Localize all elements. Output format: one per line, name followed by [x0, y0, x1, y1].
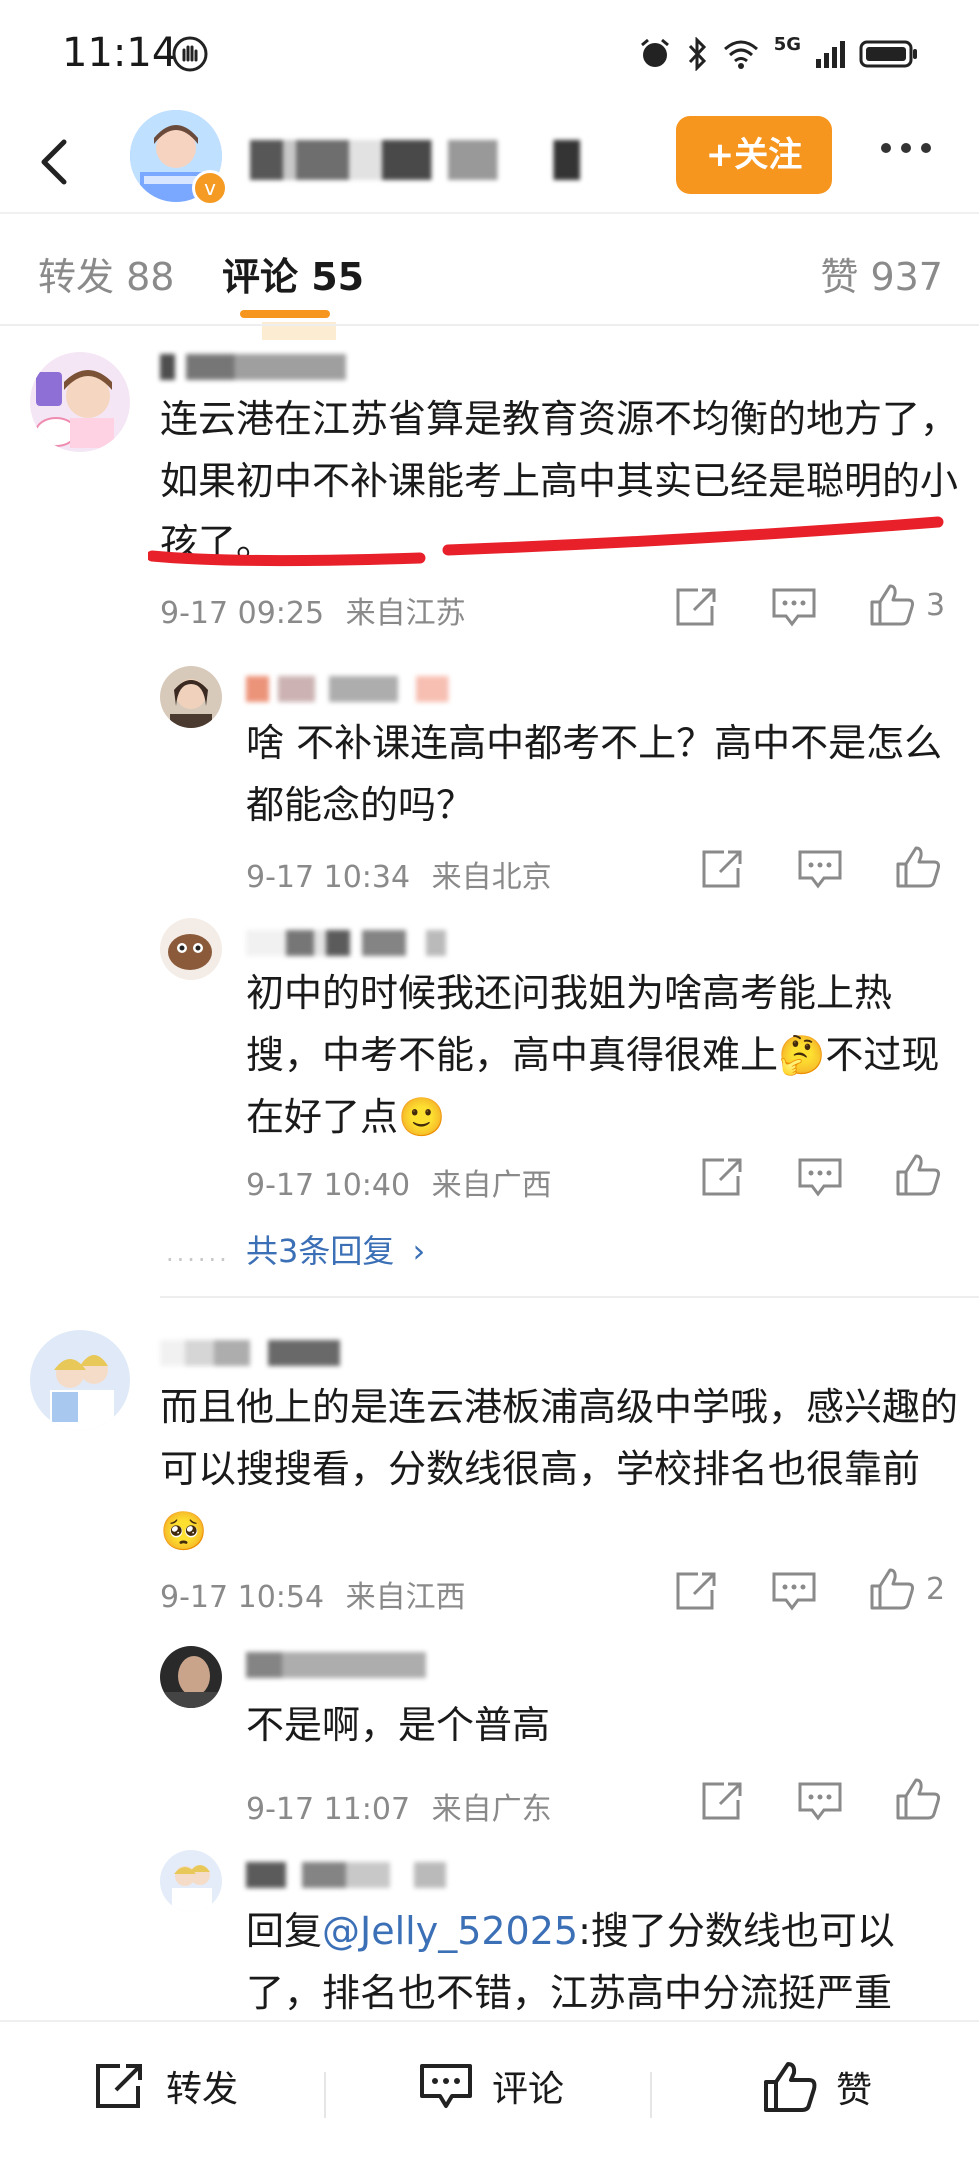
share-icon[interactable]	[672, 1568, 720, 1614]
username-redacted	[246, 1652, 426, 1678]
tabs-divider	[0, 324, 979, 326]
comment-icon[interactable]	[770, 584, 818, 630]
like-count: 2	[926, 1572, 946, 1607]
tab-bar: 转发 88 评论 55 赞 937	[0, 214, 979, 340]
bottom-action-bar: 转发 评论 赞	[0, 2020, 979, 2163]
reply-location: 来自广西	[431, 1168, 552, 1203]
username-redacted	[246, 676, 476, 702]
username-redacted	[160, 1340, 340, 1366]
repost-label: 转发	[166, 2069, 239, 2110]
repost-button[interactable]: 转发	[92, 2060, 238, 2112]
share-icon[interactable]	[698, 1154, 746, 1200]
battery-icon	[859, 39, 919, 69]
comment-location: 来自江苏	[345, 596, 466, 631]
separator	[324, 2072, 326, 2118]
share-icon[interactable]	[698, 1778, 746, 1824]
back-button[interactable]	[32, 130, 76, 194]
like-icon[interactable]	[894, 1152, 942, 1198]
like-button[interactable]: 赞	[762, 2060, 872, 2114]
tab-likes[interactable]: 赞 937	[820, 246, 943, 301]
avatar[interactable]	[160, 918, 222, 980]
comment-time: 9-17 09:25	[160, 596, 325, 631]
tab-repost[interactable]: 转发 88	[38, 246, 174, 301]
reply-text: 初中的时候我还问我姐为啥高考能上热搜，中考不能，高中真得很难上🤔不过现在好了点🙂	[246, 971, 940, 1139]
repost-icon	[92, 2060, 148, 2112]
wifi-icon	[722, 38, 760, 70]
comment-text: 而且他上的是连云港板浦高级中学哦，感兴趣的可以搜搜看，分数线很高，学校排名也很靠…	[160, 1385, 959, 1553]
reply-text: 不是啊，是个普高	[246, 1703, 551, 1747]
avatar[interactable]	[160, 666, 222, 728]
reply-text-container: 回复@Jelly_52025:搜了分数线也可以了，排名也不错，江苏高中分流挺严重	[246, 1900, 946, 2024]
hand-icon	[172, 36, 208, 72]
reply-location: 来自广东	[431, 1792, 552, 1827]
comment-location: 来自江西	[345, 1580, 466, 1615]
alarm-icon	[638, 37, 672, 71]
avatar[interactable]	[30, 352, 130, 452]
avatar[interactable]	[160, 1850, 222, 1912]
mention-link[interactable]: @Jelly_52025	[322, 1909, 578, 1953]
like-icon[interactable]	[894, 844, 942, 890]
reply-location: 来自北京	[431, 860, 552, 895]
username-redacted	[246, 930, 446, 956]
comment-icon[interactable]	[796, 1778, 844, 1824]
follow-button[interactable]: +关注	[676, 116, 832, 194]
chevron-right-icon: ›	[412, 1232, 426, 1270]
like-icon	[762, 2060, 818, 2114]
avatar[interactable]	[160, 1646, 222, 1708]
comment-time: 9-17 10:54	[160, 1580, 325, 1615]
reply-prefix: 回复	[246, 1909, 323, 1953]
status-icons: 5G	[638, 34, 919, 74]
reply-time: 9-17 10:40	[246, 1168, 411, 1203]
more-replies-link[interactable]: 共3条回复 ›	[246, 1226, 425, 1272]
reply-time: 9-17 11:07	[246, 1792, 411, 1827]
verified-badge: v	[192, 170, 228, 206]
avatar[interactable]	[30, 1330, 130, 1430]
separator	[650, 2072, 652, 2118]
reply-meta: 9-17 10:34 来自北京	[246, 852, 552, 896]
comment-icon[interactable]	[796, 846, 844, 892]
reply-meta: 9-17 11:07 来自广东	[246, 1784, 552, 1828]
reply-text: 啥 不补课连高中都考不上？高中不是怎么都能念的吗？	[246, 721, 943, 827]
reply-meta: 9-17 10:40 来自广西	[246, 1160, 552, 1204]
post-header: v +关注	[0, 110, 979, 215]
username-redacted	[246, 1862, 446, 1888]
like-icon[interactable]	[868, 1566, 916, 1612]
signal-icon	[815, 39, 845, 69]
comment-icon	[418, 2060, 474, 2112]
comment-text: 连云港在江苏省算是教育资源不均衡的地方了，如果初中不补课能考上高中其实已经是聪明…	[160, 397, 959, 565]
like-icon[interactable]	[868, 582, 916, 628]
comment-button[interactable]: 评论	[418, 2060, 564, 2112]
comment-divider	[160, 1296, 979, 1298]
like-label: 赞	[836, 2070, 873, 2111]
bluetooth-icon	[686, 37, 708, 71]
username-redacted	[160, 354, 346, 380]
share-icon[interactable]	[698, 846, 746, 892]
network-label: 5G	[773, 34, 801, 55]
comment-icon[interactable]	[796, 1154, 844, 1200]
share-icon[interactable]	[672, 584, 720, 630]
more-replies-label: 共3条回复	[246, 1232, 395, 1270]
comment-label: 评论	[492, 2069, 565, 2110]
dots-divider: ······	[166, 1246, 230, 1274]
status-time: 11:14	[62, 30, 178, 76]
like-count: 3	[926, 588, 946, 623]
reply-time: 9-17 10:34	[246, 860, 411, 895]
comment-meta: 9-17 10:54 来自江西	[160, 1572, 466, 1616]
more-menu-icon[interactable]	[876, 128, 936, 168]
author-name-redacted	[250, 140, 580, 180]
active-tab-indicator	[240, 310, 330, 318]
like-icon[interactable]	[894, 1776, 942, 1822]
tab-comments[interactable]: 评论 55	[222, 246, 364, 301]
comment-icon[interactable]	[770, 1568, 818, 1614]
status-bar: 11:14 5G	[0, 0, 979, 110]
comment-meta: 9-17 09:25 来自江苏	[160, 588, 466, 632]
